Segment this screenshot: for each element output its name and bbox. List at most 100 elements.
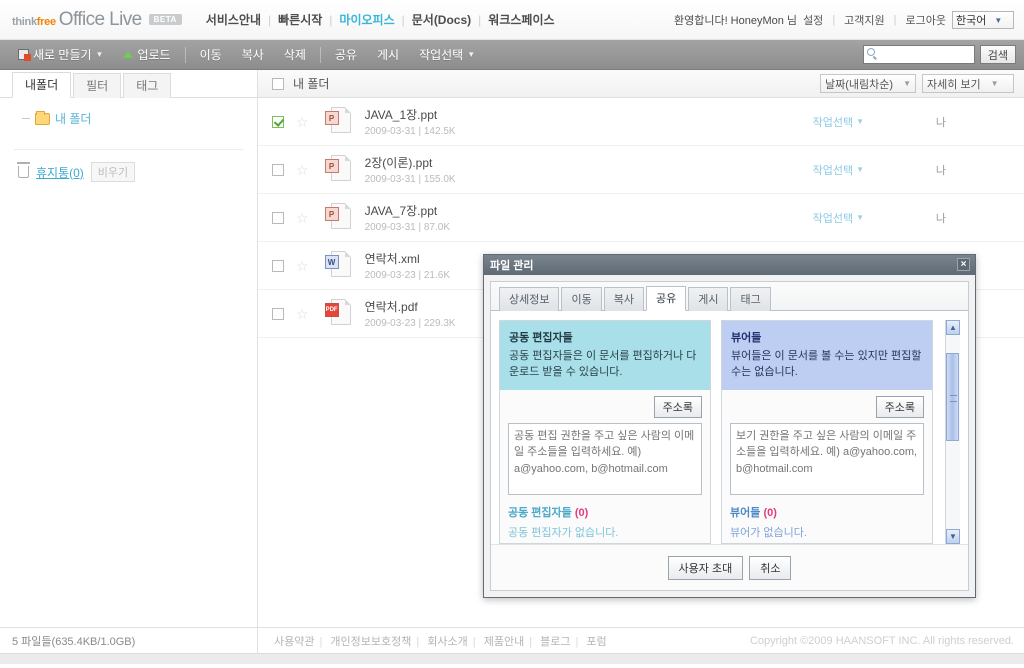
tab-tag[interactable]: 태그 (730, 287, 771, 311)
row-action-select[interactable]: 작업선택 ▼ (813, 210, 864, 226)
row-action-label: 작업선택 (812, 116, 854, 129)
table-row[interactable]: ☆ P JAVA_7장.ppt 2009-03-31 | 87.0K 작업선택 … (258, 194, 1024, 242)
footer-link-blog[interactable]: 블로그 (540, 636, 570, 648)
nav-item-quickstart[interactable]: 빠른시작 (278, 11, 322, 28)
file-management-dialog: 파일 관리 × 상세정보 이동 복사 공유 게시 태그 공동 편집자들 공동 편… (483, 254, 976, 598)
star-icon[interactable]: ☆ (296, 211, 309, 225)
sidebar-tab-filter[interactable]: 필터 (73, 73, 122, 98)
viewers-email-input[interactable] (730, 422, 924, 495)
link-separator: | (893, 14, 897, 26)
row-action-label: 작업선택 (812, 164, 854, 177)
share-panel: 공동 편집자들 공동 편집자들은 이 문서를 편집하거나 다운로드 받을 수 있… (491, 312, 968, 544)
toolbar-move[interactable]: 이동 (190, 40, 232, 70)
file-meta: 2009-03-31 | 155.0K (364, 174, 456, 185)
scrollbar-thumb[interactable] (946, 353, 959, 441)
nav-item-myoffice[interactable]: 마이오피스 (339, 11, 394, 28)
footer-link-privacy[interactable]: 개인정보보호정책 (330, 636, 411, 648)
tab-move[interactable]: 이동 (561, 287, 602, 311)
dialog-titlebar[interactable]: 파일 관리 × (484, 255, 975, 275)
file-type-icon-ppt: P (324, 154, 351, 185)
invite-users-button[interactable]: 사용자 초대 (667, 555, 744, 580)
file-info: 2장(이론).ppt 2009-03-31 | 155.0K (365, 154, 456, 185)
file-name[interactable]: 연락처.pdf (365, 298, 456, 315)
scroll-up-icon[interactable]: ▲ (946, 320, 960, 335)
editors-count: 공동 편집자들 (0) (508, 506, 589, 519)
sidebar-tabs: 내폴더 필터 태그 (0, 70, 257, 98)
row-checkbox[interactable] (272, 115, 284, 128)
editors-email-input[interactable] (508, 422, 702, 495)
scrollbar-track[interactable] (946, 335, 960, 529)
tab-share[interactable]: 공유 (645, 286, 687, 311)
toolbar-search: 검색 (862, 45, 1016, 64)
toolbar-new[interactable]: 새로 만들기 ▼ (8, 40, 113, 70)
star-icon[interactable]: ☆ (296, 307, 309, 321)
table-row[interactable]: ☆ P 2장(이론).ppt 2009-03-31 | 155.0K 작업선택 … (258, 146, 1024, 194)
toolbar-upload[interactable]: 업로드 (113, 40, 180, 70)
search-input[interactable] (862, 45, 975, 64)
support-link[interactable]: 고객지원 (844, 12, 884, 28)
view-select[interactable]: 자세히 보기 ▼ (922, 74, 1014, 93)
toolbar-share[interactable]: 공유 (325, 40, 367, 70)
editors-address-book-button[interactable]: 주소록 (653, 395, 702, 418)
new-document-icon (18, 49, 31, 61)
star-icon[interactable]: ☆ (296, 163, 309, 177)
nav-item-service[interactable]: 서비스안내 (206, 11, 261, 28)
row-checkbox[interactable] (272, 163, 284, 176)
file-name[interactable]: JAVA_7장.ppt (365, 202, 450, 219)
select-all-checkbox[interactable] (272, 77, 284, 90)
empty-trash-button[interactable]: 비우기 (90, 162, 136, 182)
action-toolbar: 새로 만들기 ▼ 업로드 이동 복사 삭제 공유 게시 작업선택 ▼ 검색 (0, 40, 1024, 70)
nav-separator: | (401, 12, 405, 27)
nav-item-docs[interactable]: 문서(Docs) (412, 11, 471, 28)
logo-thinkfree: thinkfree (12, 15, 56, 28)
header-user-area: 환영합니다! HoneyMon 님 설정 | 고객지원 | 로그아웃 한국어 ▼ (674, 0, 1014, 40)
footer-link-products[interactable]: 제품안내 (484, 636, 524, 648)
file-info: JAVA_7장.ppt 2009-03-31 | 87.0K (365, 202, 450, 233)
toolbar-delete[interactable]: 삭제 (274, 40, 316, 70)
viewers-count: 뷰어들 (0) (730, 506, 777, 519)
ppt-badge: P (324, 206, 339, 221)
viewers-address-book-button[interactable]: 주소록 (875, 395, 924, 418)
tab-details[interactable]: 상세정보 (499, 287, 560, 311)
file-name[interactable]: JAVA_1장.ppt (365, 106, 456, 123)
toolbar-publish[interactable]: 게시 (367, 40, 409, 70)
row-checkbox[interactable] (272, 307, 284, 320)
row-checkbox[interactable] (272, 211, 284, 224)
close-icon[interactable]: × (957, 258, 970, 271)
sidebar-tab-myfolder[interactable]: 내폴더 (12, 72, 72, 98)
footer-link-terms[interactable]: 사용약관 (274, 636, 314, 648)
settings-link[interactable]: 설정 (803, 12, 823, 28)
cancel-button[interactable]: 취소 (749, 555, 792, 580)
ppt-badge: P (324, 158, 339, 173)
toolbar-upload-label: 업로드 (137, 48, 171, 62)
logout-link[interactable]: 로그아웃 (906, 12, 946, 28)
star-icon[interactable]: ☆ (296, 115, 309, 129)
search-button[interactable]: 검색 (979, 45, 1016, 64)
sidebar-tab-tag[interactable]: 태그 (123, 73, 172, 98)
tab-copy[interactable]: 복사 (603, 287, 644, 311)
dialog-scrollbar[interactable]: ▲ ▼ (945, 320, 960, 544)
editors-title: 공동 편집자들 (509, 332, 573, 344)
footer-link-forum[interactable]: 포럼 (586, 636, 606, 648)
language-select[interactable]: 한국어 ▼ (952, 11, 1014, 29)
tab-publish[interactable]: 게시 (688, 287, 729, 311)
row-action-select[interactable]: 작업선택 ▼ (813, 114, 864, 130)
toolbar-copy[interactable]: 복사 (232, 40, 274, 70)
star-icon[interactable]: ☆ (296, 259, 309, 273)
folder-tree-item-myfolder[interactable]: 내 폴더 (22, 110, 257, 127)
file-name[interactable]: 2장(이론).ppt (365, 154, 456, 171)
table-row[interactable]: ☆ P JAVA_1장.ppt 2009-03-31 | 142.5K 작업선택… (258, 98, 1024, 146)
sort-select[interactable]: 날짜(내림차순) ▼ (820, 74, 916, 93)
nav-separator: | (329, 12, 333, 27)
dialog-footer: 사용자 초대 취소 (491, 544, 968, 590)
upload-icon (123, 51, 134, 58)
scroll-down-icon[interactable]: ▼ (946, 529, 960, 544)
toolbar-select-action[interactable]: 작업선택 ▼ (409, 40, 485, 70)
nav-item-workspace[interactable]: 워크스페이스 (488, 11, 554, 28)
logo[interactable]: thinkfree Office Live BETA (12, 9, 182, 31)
footer-link-about[interactable]: 회사소개 (427, 636, 467, 648)
row-checkbox[interactable] (272, 259, 284, 272)
trash-link[interactable]: 휴지통(0) (36, 164, 84, 181)
row-action-select[interactable]: 작업선택 ▼ (813, 162, 864, 178)
file-name[interactable]: 연락처.xml (365, 250, 450, 267)
